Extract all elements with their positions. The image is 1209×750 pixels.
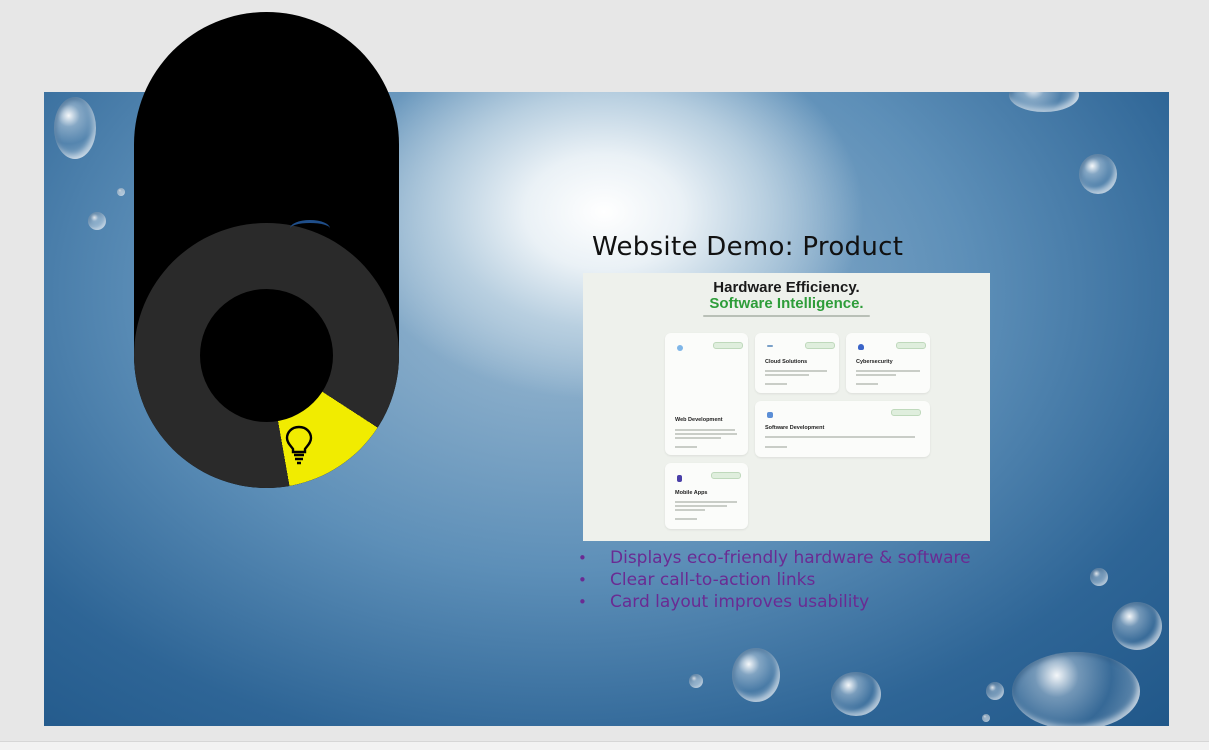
web-icon [677,345,683,351]
cloud-icon [767,345,773,347]
water-drop-decoration [689,674,703,688]
water-drop-decoration [117,188,125,196]
card-title: Software Development [765,425,825,431]
card-title: Mobile Apps [675,490,708,496]
water-drop-decoration [831,672,881,716]
shield-icon [858,344,864,350]
card-text-line [675,433,737,435]
card-badge [896,342,926,349]
lightbulb-icon[interactable] [282,423,316,465]
card-text-line [765,436,915,438]
phone-icon [677,475,682,482]
card-software-development: Software Development [755,401,930,457]
water-drop-decoration [1079,154,1117,194]
water-drop-decoration [88,212,106,230]
card-cybersecurity: Cybersecurity [846,333,930,393]
water-drop-decoration [982,714,990,722]
screenshot-heading-line1: Hardware Efficiency. [713,279,860,296]
card-text-line [856,374,896,376]
card-text-line [675,505,727,507]
card-text-line [765,370,827,372]
card-text-line [675,429,735,431]
ring-center [200,289,333,422]
slide-title: Website Demo: Product [592,232,904,262]
blue-arc-decoration [290,220,330,237]
card-link-line [765,383,787,385]
card-text-line [856,370,920,372]
water-drop-decoration [732,648,780,702]
card-badge [713,342,743,349]
code-icon [767,412,773,418]
card-badge [891,409,921,416]
card-web-development: Web Development [665,333,748,455]
card-link-line [675,518,697,520]
screenshot-subtitle-line [703,315,870,317]
water-drop-decoration [1012,652,1140,726]
card-cloud-solutions: Cloud Solutions [755,333,839,393]
screenshot-heading-line2: Software Intelligence. [709,295,864,312]
card-link-line [856,383,878,385]
card-link-line [675,446,697,448]
water-drop-decoration [1090,568,1108,586]
presenter-overlay[interactable] [134,12,399,488]
card-title: Cybersecurity [856,359,893,365]
water-drop-decoration [1112,602,1162,650]
card-badge [805,342,835,349]
bullet-item: Clear call-to-action links [574,569,971,591]
water-drop-decoration [54,97,96,159]
bullet-item: Displays eco-friendly hardware & softwar… [574,547,971,569]
card-badge [711,472,741,479]
card-text-line [675,501,737,503]
water-drop-decoration [1009,92,1079,112]
card-mobile-apps: Mobile Apps [665,463,748,529]
bullet-list: Displays eco-friendly hardware & softwar… [574,547,971,613]
website-screenshot: Hardware Efficiency. Software Intelligen… [583,273,990,541]
card-title: Web Development [675,417,723,423]
card-link-line [765,446,787,448]
water-drop-decoration [986,682,1004,700]
bullet-item: Card layout improves usability [574,591,971,613]
card-text-line [675,437,721,439]
progress-ring [134,223,399,488]
card-title: Cloud Solutions [765,359,808,365]
card-text-line [675,509,705,511]
card-text-line [765,374,809,376]
